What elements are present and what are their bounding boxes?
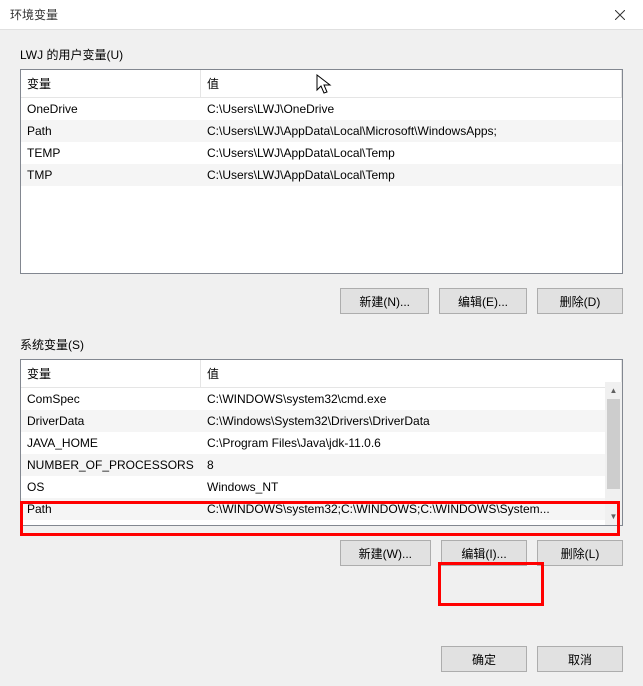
table-row[interactable]: DriverData C:\Windows\System32\Drivers\D…	[21, 410, 622, 432]
col-name-header[interactable]: 变量	[21, 360, 201, 387]
var-value: C:\Windows\System32\Drivers\DriverData	[201, 410, 622, 432]
titlebar: 环境变量	[0, 0, 643, 30]
sys-scrollbar[interactable]: ▲ ▼	[605, 382, 622, 525]
cancel-button[interactable]: 取消	[537, 646, 623, 672]
var-name: TMP	[21, 164, 201, 186]
col-value-header[interactable]: 值	[201, 360, 622, 387]
scroll-up-icon[interactable]: ▲	[605, 382, 622, 399]
user-list-header: 变量 值	[21, 70, 622, 98]
window-title: 环境变量	[10, 6, 58, 23]
system-vars-list[interactable]: 变量 值 ComSpec C:\WINDOWS\system32\cmd.exe…	[20, 359, 623, 526]
var-value: Windows_NT	[201, 476, 622, 498]
var-value: C:\Users\LWJ\OneDrive	[201, 98, 622, 120]
sys-rows: ComSpec C:\WINDOWS\system32\cmd.exe Driv…	[21, 388, 622, 526]
col-name-header[interactable]: 变量	[21, 70, 201, 97]
var-name: NUMBER_OF_PROCESSORS	[21, 454, 201, 476]
var-name: Path	[21, 498, 201, 520]
table-row[interactable]: JAVA_HOME C:\Program Files\Java\jdk-11.0…	[21, 432, 622, 454]
var-name: TEMP	[21, 142, 201, 164]
user-new-button[interactable]: 新建(N)...	[340, 288, 429, 314]
var-value: C:\WINDOWS\system32;C:\WINDOWS;C:\WINDOW…	[201, 498, 622, 520]
var-name: PATHEXT	[21, 520, 201, 526]
user-button-row: 新建(N)... 编辑(E)... 删除(D)	[20, 288, 623, 314]
system-vars-group: 系统变量(S) 变量 值 ComSpec C:\WINDOWS\system32…	[20, 336, 623, 566]
col-value-header[interactable]: 值	[201, 70, 622, 97]
sys-list-header: 变量 值	[21, 360, 622, 388]
table-row[interactable]: Path C:\Users\LWJ\AppData\Local\Microsof…	[21, 120, 622, 142]
var-value: C:\Program Files\Java\jdk-11.0.6	[201, 432, 622, 454]
scroll-thumb[interactable]	[607, 399, 620, 489]
var-name: DriverData	[21, 410, 201, 432]
table-row[interactable]: TMP C:\Users\LWJ\AppData\Local\Temp	[21, 164, 622, 186]
user-vars-group: LWJ 的用户变量(U) 变量 值 OneDrive C:\Users\LWJ\…	[20, 46, 623, 314]
var-value: .COM;.EXE;.BAT;.CMD;.VBS;.VBE;.JS;.JSE;.…	[201, 520, 622, 526]
close-button[interactable]	[597, 0, 643, 30]
table-row[interactable]: OS Windows_NT	[21, 476, 622, 498]
user-edit-button[interactable]: 编辑(E)...	[439, 288, 527, 314]
table-row[interactable]: ComSpec C:\WINDOWS\system32\cmd.exe	[21, 388, 622, 410]
user-vars-label: LWJ 的用户变量(U)	[20, 46, 623, 63]
var-name: Path	[21, 120, 201, 142]
annotation-box-edit-button	[438, 562, 544, 606]
var-name: OneDrive	[21, 98, 201, 120]
var-value: 8	[201, 454, 622, 476]
table-row[interactable]: PATHEXT .COM;.EXE;.BAT;.CMD;.VBS;.VBE;.J…	[21, 520, 622, 526]
user-delete-button[interactable]: 删除(D)	[537, 288, 623, 314]
table-row[interactable]: OneDrive C:\Users\LWJ\OneDrive	[21, 98, 622, 120]
var-value: C:\Users\LWJ\AppData\Local\Temp	[201, 164, 622, 186]
close-icon	[615, 10, 625, 20]
sys-delete-button[interactable]: 删除(L)	[537, 540, 623, 566]
var-value: C:\WINDOWS\system32\cmd.exe	[201, 388, 622, 410]
dialog-button-row: 确定 取消	[441, 646, 623, 672]
sys-edit-button[interactable]: 编辑(I)...	[441, 540, 527, 566]
user-vars-list[interactable]: 变量 值 OneDrive C:\Users\LWJ\OneDrive Path…	[20, 69, 623, 274]
scroll-down-icon[interactable]: ▼	[605, 508, 622, 525]
sys-button-row: 新建(W)... 编辑(I)... 删除(L)	[20, 540, 623, 566]
sys-new-button[interactable]: 新建(W)...	[340, 540, 431, 566]
table-row[interactable]: TEMP C:\Users\LWJ\AppData\Local\Temp	[21, 142, 622, 164]
ok-button[interactable]: 确定	[441, 646, 527, 672]
table-row[interactable]: NUMBER_OF_PROCESSORS 8	[21, 454, 622, 476]
var-name: ComSpec	[21, 388, 201, 410]
system-vars-label: 系统变量(S)	[20, 336, 623, 353]
var-value: C:\Users\LWJ\AppData\Local\Microsoft\Win…	[201, 120, 622, 142]
var-value: C:\Users\LWJ\AppData\Local\Temp	[201, 142, 622, 164]
var-name: OS	[21, 476, 201, 498]
env-vars-dialog: 环境变量 LWJ 的用户变量(U) 变量 值 OneDrive C:\Users…	[0, 0, 643, 686]
user-rows: OneDrive C:\Users\LWJ\OneDrive Path C:\U…	[21, 98, 622, 186]
table-row[interactable]: Path C:\WINDOWS\system32;C:\WINDOWS;C:\W…	[21, 498, 622, 520]
var-name: JAVA_HOME	[21, 432, 201, 454]
